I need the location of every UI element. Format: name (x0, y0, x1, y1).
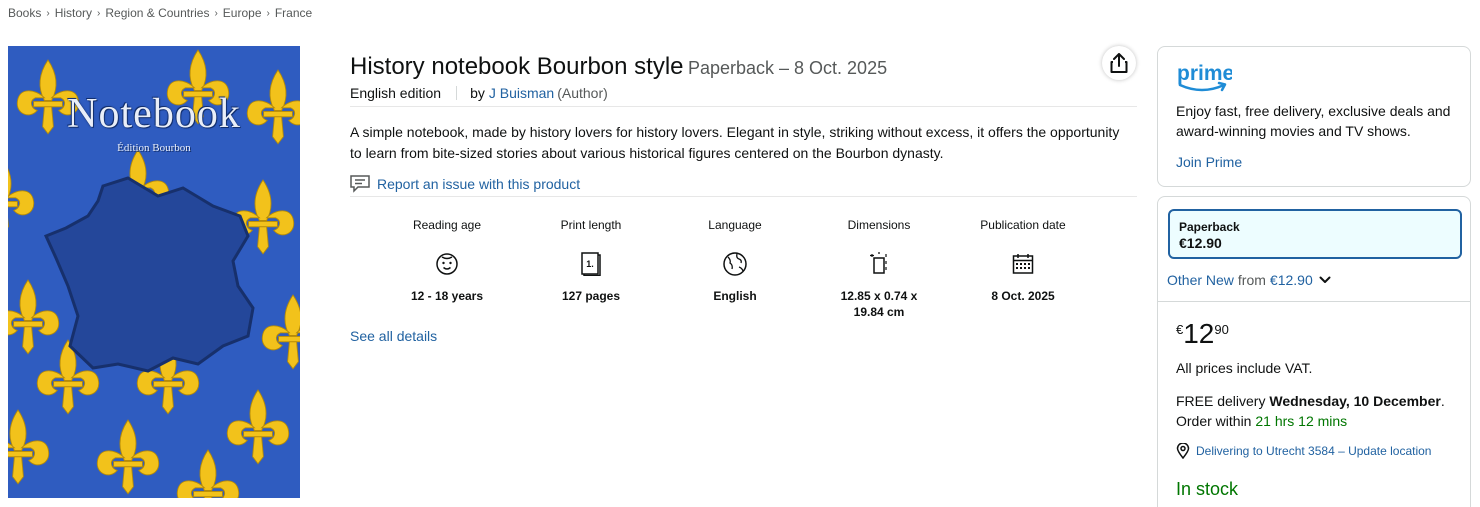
breadcrumb-region-countries[interactable]: Region & Countries (105, 6, 209, 20)
buy-box: Paperback €12.90 Other New from €12.90 €… (1157, 196, 1471, 507)
by-label: by (470, 85, 485, 101)
prime-promo-box: prime Enjoy fast, free delivery, exclusi… (1157, 46, 1471, 187)
price-fraction: 90 (1214, 322, 1229, 337)
report-issue-label: Report an issue with this product (377, 176, 581, 192)
breadcrumb-separator-icon: › (97, 7, 101, 19)
cover-subtitle: Édition Bourbon (117, 142, 191, 154)
price-whole: 12 (1183, 318, 1215, 349)
see-all-details-link[interactable]: See all details (350, 328, 437, 344)
product-details: Reading age 12 - 18 years Print length 1… (375, 218, 1095, 320)
product-title-row: History notebook Bourbon style Paperback… (350, 53, 887, 81)
dimensions-icon (870, 252, 887, 274)
delivery-date: Wednesday, 10 December (1269, 393, 1441, 409)
order-within-label: Order within (1176, 413, 1252, 429)
detail-label: Language (708, 218, 762, 232)
share-icon (1110, 53, 1128, 73)
detail-label: Publication date (980, 218, 1066, 232)
format-paperback-button[interactable]: Paperback €12.90 (1168, 209, 1462, 259)
detail-label: Dimensions (847, 218, 911, 232)
breadcrumb-separator-icon: › (266, 7, 270, 19)
prime-promo-text: Enjoy fast, free delivery, exclusive dea… (1176, 103, 1451, 139)
breadcrumb-europe[interactable]: Europe (223, 6, 262, 20)
free-delivery-label: FREE delivery (1176, 393, 1266, 409)
author-link[interactable]: J Buisman (489, 85, 554, 101)
location-label: Delivering to Utrecht 3584 – Update loca… (1196, 444, 1432, 458)
feedback-icon (350, 175, 370, 193)
detail-value: 8 Oct. 2025 (991, 289, 1055, 303)
detail-value: 127 pages (561, 289, 621, 303)
child-face-icon (436, 253, 458, 275)
detail-value: 12 - 18 years (410, 289, 484, 303)
breadcrumb-separator-icon: › (46, 7, 50, 19)
other-new-price: €12.90 (1269, 272, 1313, 288)
breadcrumb-france[interactable]: France (275, 6, 312, 20)
delivery-info: FREE delivery Wednesday, 10 December. Or… (1176, 393, 1445, 429)
other-new-from: from (1237, 272, 1266, 288)
detail-label: Print length (560, 218, 622, 232)
stock-status: In stock (1176, 479, 1239, 499)
divider (1158, 301, 1470, 302)
breadcrumb: Books › History › Region & Countries › E… (8, 6, 312, 20)
chevron-down-icon (1319, 276, 1331, 283)
location-pin-icon (1176, 443, 1190, 459)
other-new-label: Other New (1167, 272, 1234, 288)
detail-print-length[interactable]: Print length 1. 127 pages (519, 218, 663, 320)
detail-value: 12.85 x 0.74 x 19.84 cm (840, 289, 918, 319)
prime-logo[interactable]: prime (1176, 61, 1234, 100)
prime-logo-text: prime (1177, 62, 1232, 85)
format-label: Paperback (1179, 220, 1240, 234)
other-new-offers-toggle[interactable]: Other New from €12.90 (1167, 272, 1331, 288)
book-cover-image[interactable]: Notebook Édition Bourbon (8, 46, 300, 498)
report-issue-link[interactable]: Report an issue with this product (350, 175, 580, 193)
breadcrumb-separator-icon: › (214, 7, 218, 19)
cover-title: Notebook (67, 91, 241, 137)
order-countdown: 21 hrs 12 mins (1255, 413, 1348, 429)
join-prime-link[interactable]: Join Prime (1176, 154, 1242, 170)
globe-icon (723, 252, 747, 276)
divider (350, 106, 1137, 107)
book-pages-icon: 1. (581, 252, 601, 276)
edition-label: English edition (350, 85, 442, 101)
detail-publication-date[interactable]: Publication date 8 Oct. 2025 (951, 218, 1095, 320)
detail-value: English (713, 289, 757, 303)
detail-dimensions[interactable]: Dimensions 12.85 x 0.74 x 19.84 cm (807, 218, 951, 320)
svg-text:1.: 1. (586, 259, 594, 269)
author-role: (Author) (557, 85, 608, 101)
detail-label: Reading age (412, 218, 482, 232)
detail-language[interactable]: Language English (663, 218, 807, 320)
update-location-link[interactable]: Delivering to Utrecht 3584 – Update loca… (1176, 443, 1431, 459)
format-price: €12.90 (1179, 235, 1222, 251)
byline-divider (456, 86, 458, 100)
product-description: A simple notebook, made by history lover… (350, 124, 1120, 161)
price: € 12 90 (1176, 319, 1229, 349)
divider (350, 196, 1137, 197)
breadcrumb-history[interactable]: History (55, 6, 92, 20)
breadcrumb-books[interactable]: Books (8, 6, 41, 20)
price-currency: € (1176, 322, 1184, 337)
share-button[interactable] (1102, 46, 1136, 80)
vat-note: All prices include VAT. (1176, 360, 1313, 376)
byline: English edition by J Buisman (Author) (350, 85, 608, 101)
product-title: History notebook Bourbon style (350, 53, 684, 80)
product-format-date: Paperback – 8 Oct. 2025 (687, 58, 888, 78)
detail-reading-age[interactable]: Reading age 12 - 18 years (375, 218, 519, 320)
calendar-icon (1012, 254, 1034, 274)
prime-logo-icon: prime (1177, 62, 1234, 92)
